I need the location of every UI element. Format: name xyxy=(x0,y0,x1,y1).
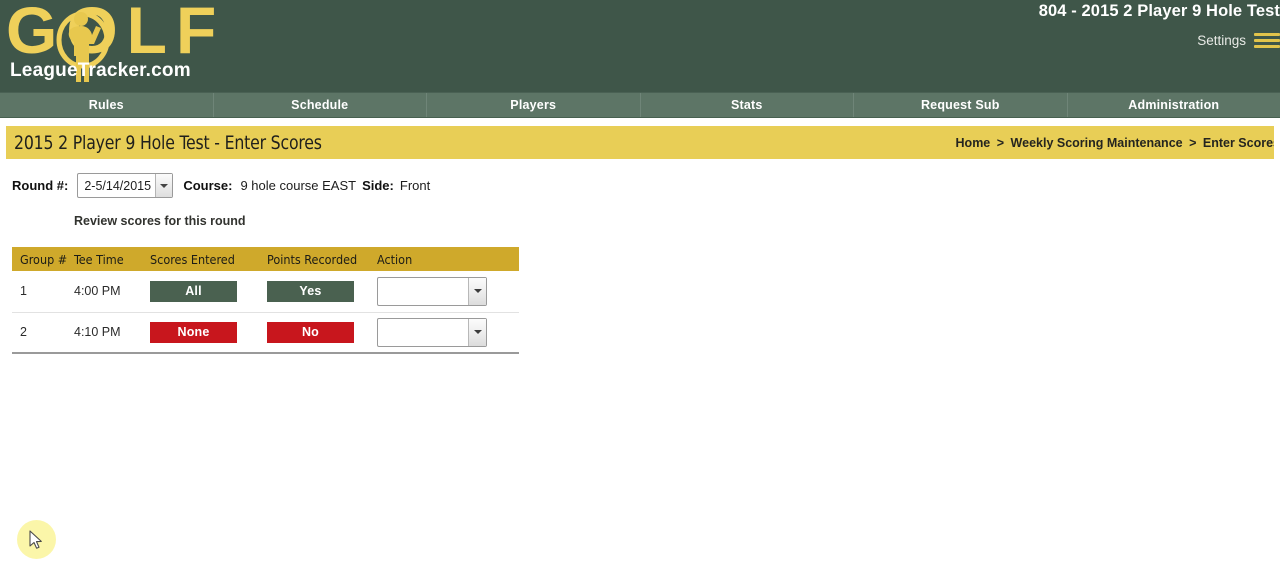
cell-scores-entered: None xyxy=(142,312,259,354)
chevron-down-icon[interactable] xyxy=(155,174,173,197)
round-select-value: 2-5/14/2015 xyxy=(84,178,152,193)
round-label: Round #: xyxy=(12,178,69,193)
click-highlight xyxy=(17,520,56,559)
breadcrumb-separator: > xyxy=(996,135,1005,150)
course-label: Course: xyxy=(183,178,233,193)
league-title: 804 - 2015 2 Player 9 Hole Test xyxy=(1038,2,1280,20)
scores-table-body: 1 4:00 PM All Yes 2 4:10 PM None No xyxy=(12,271,519,354)
cell-action xyxy=(369,312,519,354)
round-select-box[interactable]: 2-5/14/2015 xyxy=(77,173,174,198)
column-header-action: Action xyxy=(369,247,519,271)
site-header: GOLF LeagueTracker.com 804 - 2015 2 Play… xyxy=(0,0,1280,92)
scores-entered-badge[interactable]: All xyxy=(150,280,237,302)
nav-item-rules[interactable]: Rules xyxy=(0,93,214,117)
page-root: GOLF LeagueTracker.com 804 - 2015 2 Play… xyxy=(0,0,1280,564)
breadcrumb-separator: > xyxy=(1189,135,1197,150)
table-row: 1 4:00 PM All Yes xyxy=(12,271,519,313)
page-content: 2015 2 Player 9 Hole Test - Enter Scores… xyxy=(0,126,1280,354)
side-label: Side: xyxy=(362,178,394,193)
review-scores-link[interactable]: Review scores for this round xyxy=(6,214,246,228)
breadcrumb-item-weekly-scoring-maintenance[interactable]: Weekly Scoring Maintenance xyxy=(1011,136,1183,150)
points-recorded-badge[interactable]: Yes xyxy=(267,280,354,302)
mouse-pointer-icon xyxy=(29,530,42,549)
scores-table: Group # Tee Time Scores Entered Points R… xyxy=(12,247,519,354)
page-title: 2015 2 Player 9 Hole Test - Enter Scores xyxy=(14,131,322,154)
table-row: 2 4:10 PM None No xyxy=(12,312,519,354)
side-value: Front xyxy=(399,178,431,193)
scores-table-head: Group # Tee Time Scores Entered Points R… xyxy=(12,247,519,271)
cell-scores-entered: All xyxy=(142,271,259,313)
site-logo[interactable]: GOLF LeagueTracker.com xyxy=(0,0,300,92)
nav-item-schedule[interactable]: Schedule xyxy=(214,93,427,117)
breadcrumb-item-home[interactable]: Home xyxy=(956,136,991,150)
hamburger-bar xyxy=(1254,45,1280,48)
column-header-group: Group # xyxy=(12,247,67,271)
breadcrumb-item-enter-scores[interactable]: Enter Scores xyxy=(1203,136,1274,150)
hamburger-menu-icon[interactable] xyxy=(1254,33,1280,48)
action-select[interactable] xyxy=(377,276,487,306)
scores-entered-badge[interactable]: None xyxy=(150,321,237,343)
cell-tee-time: 4:00 PM xyxy=(66,271,142,313)
main-navigation: Rules Schedule Players Stats Request Sub… xyxy=(0,92,1280,118)
logo-wordmark: GOLF xyxy=(6,0,226,67)
round-select[interactable]: 2-5/14/2015 xyxy=(77,173,174,198)
cell-action xyxy=(369,271,519,313)
nav-item-stats[interactable]: Stats xyxy=(641,93,854,117)
points-recorded-badge[interactable]: No xyxy=(267,321,354,343)
hamburger-bar xyxy=(1254,39,1280,42)
chevron-down-icon[interactable] xyxy=(468,277,486,305)
cell-group-number: 2 xyxy=(12,312,66,354)
settings-menu[interactable]: Settings xyxy=(1197,33,1280,48)
nav-item-players[interactable]: Players xyxy=(427,93,641,117)
column-header-scores-entered: Scores Entered xyxy=(142,247,259,271)
cell-points-recorded: No xyxy=(259,312,369,354)
table-header-row: Group # Tee Time Scores Entered Points R… xyxy=(12,247,519,271)
nav-item-request-sub[interactable]: Request Sub xyxy=(854,93,1068,117)
settings-label: Settings xyxy=(1197,33,1246,48)
column-header-tee-time: Tee Time xyxy=(66,247,142,271)
cell-tee-time: 4:10 PM xyxy=(66,312,142,354)
action-select[interactable] xyxy=(377,317,487,347)
nav-item-administration[interactable]: Administration xyxy=(1068,93,1280,117)
hamburger-bar xyxy=(1254,33,1280,36)
column-header-points-recorded: Points Recorded xyxy=(259,247,369,271)
cell-group-number: 1 xyxy=(12,271,66,313)
page-title-bar: 2015 2 Player 9 Hole Test - Enter Scores… xyxy=(6,126,1274,159)
logo-subtitle: LeagueTracker.com xyxy=(10,60,191,81)
cell-points-recorded: Yes xyxy=(259,271,369,313)
breadcrumb: Home > Weekly Scoring Maintenance > Ente… xyxy=(956,136,1274,150)
chevron-down-icon[interactable] xyxy=(468,318,486,346)
round-filter-row: Round #: 2-5/14/2015 Course: 9 hole cour… xyxy=(6,173,1274,198)
course-value: 9 hole course EAST xyxy=(240,178,357,193)
